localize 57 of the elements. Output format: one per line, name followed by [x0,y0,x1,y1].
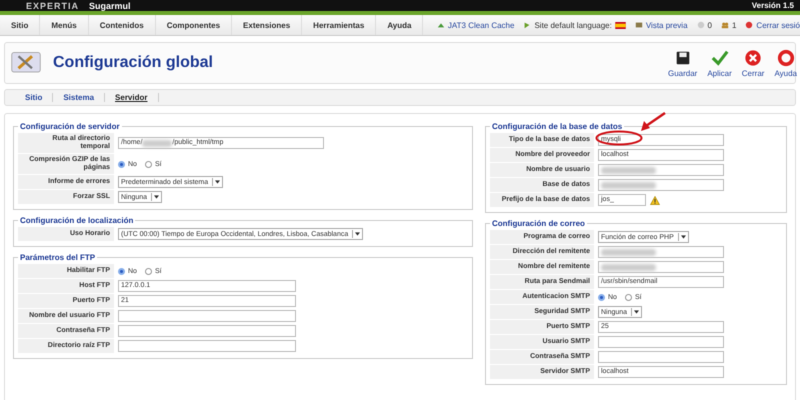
clean-cache-link[interactable]: JAT3 Clean Cache [448,20,514,30]
warning-icon [650,196,660,204]
input-field[interactable] [598,179,724,191]
toolbar-button[interactable]: Ayuda [772,48,799,78]
menu-item[interactable]: Herramientas [302,15,376,35]
input-field[interactable] [118,340,296,352]
close-icon [744,48,762,66]
annotation-ellipse [595,130,643,146]
input-field[interactable] [598,261,724,273]
version-text: Versión 1.5 [752,1,794,11]
dropdown-arrow-icon [355,232,360,236]
fieldset-title: Configuración de servidor [19,122,121,131]
fieldset-title: Configuración de la base de datos [491,122,624,131]
fieldset-title: Parámetros del FTP [19,253,96,262]
tab[interactable]: Sitio [15,93,54,102]
dropdown-arrow-icon [634,310,640,314]
dropdown-arrow-icon [680,235,686,239]
tab[interactable]: Servidor [105,93,158,102]
user-count: 1 [732,20,736,30]
menu-item[interactable]: Componentes [156,15,232,35]
page-title: Configuración global [53,54,213,72]
blurred-value [142,140,172,146]
input-field[interactable] [598,164,724,176]
input-field[interactable] [118,310,296,322]
blurred-value [601,166,656,174]
menu-item[interactable]: Extensiones [232,15,302,35]
users-icon [720,21,729,29]
menu-item[interactable]: Contenidos [88,15,156,35]
fieldset-title: Configuración de correo [491,219,586,228]
site-name: Sugarmul [89,1,131,11]
preview-link[interactable]: Vista previa [646,20,688,30]
tools-icon [11,51,41,75]
input-field[interactable] [118,325,296,337]
annotation-arrow [640,112,666,132]
language-label: Site default language: [534,20,612,30]
menu-item[interactable]: Ayuda [376,15,424,35]
toolbar-button[interactable]: Cerrar [740,48,766,78]
checkmark-icon [710,48,729,66]
menu-item[interactable]: Menús [40,15,89,35]
input-field[interactable] [598,351,724,363]
blurred-value [601,182,656,188]
input-field[interactable] [598,336,724,348]
toolbar-button[interactable]: Guardar [666,48,700,78]
blurred-value [601,248,656,256]
tab[interactable]: Sistema [53,93,106,102]
menu-item[interactable]: Sitio [0,15,40,35]
toolbar-button[interactable]: Aplicar [705,48,734,78]
message-count: 0 [708,20,712,30]
blurred-value [601,264,656,270]
input-field[interactable] [598,246,724,258]
lifebuoy-icon [776,48,795,66]
logout-link[interactable]: Cerrar sesió [756,20,800,30]
flag-icon [614,22,626,28]
dropdown-arrow-icon [154,195,160,199]
dropdown-arrow-icon [215,180,220,184]
brand-logo-text: EXPERTIA [26,1,80,11]
fieldset-title: Configuración de localización [19,216,134,225]
